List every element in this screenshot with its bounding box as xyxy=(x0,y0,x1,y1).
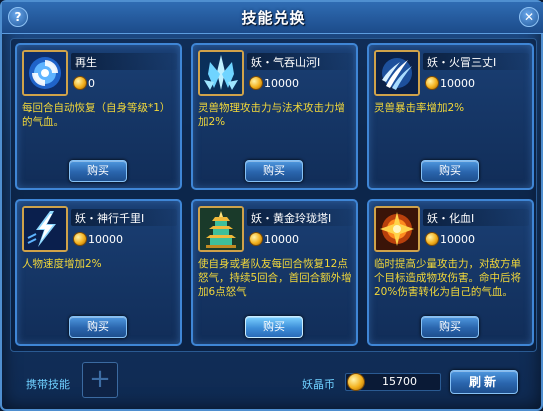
skill-name: 妖・神行千里I xyxy=(75,212,145,225)
coin-icon xyxy=(347,373,365,391)
skill-card-regen: 再生 0 每回合自动恢复（自身等级*1）的气血。 购买 xyxy=(15,43,182,190)
close-button[interactable]: ✕ xyxy=(519,7,539,27)
currency-label: 妖晶币 xyxy=(302,378,335,391)
currency-value: 15700 xyxy=(382,375,417,388)
skill-description: 使自身或者队友每回合恢复12点怒气，持续5回合，首回合额外增加6点怒气 xyxy=(198,258,352,298)
skill-price: 10000 xyxy=(264,77,299,90)
coin-icon xyxy=(73,232,87,246)
lightning-boot-icon xyxy=(22,206,68,252)
window-title: 技能兑换 xyxy=(241,9,306,27)
buy-button[interactable]: 购买 xyxy=(421,316,479,338)
skill-price: 10000 xyxy=(440,233,475,246)
skill-price: 10000 xyxy=(88,233,123,246)
title-bar: 技能兑换 ? ✕ xyxy=(2,2,543,34)
skill-name: 妖・火冒三丈I xyxy=(427,56,497,69)
regen-swirl-icon xyxy=(22,50,68,96)
skill-description: 灵兽物理攻击力与法术攻击力增加2% xyxy=(198,102,345,128)
skill-grid: 再生 0 每回合自动恢复（自身等级*1）的气血。 购买 妖・气吞山河I 1000… xyxy=(10,38,537,352)
skill-exchange-window: 技能兑换 ? ✕ 再生 0 每回合自动恢复（自身等级*1）的气血。 购买 妖・气… xyxy=(0,0,543,411)
claw-strike-icon xyxy=(374,50,420,96)
skill-card-huaxue: 妖・化血I 10000 临时提高少量攻击力，对敌方单个目标造成物攻伤害。命中后将… xyxy=(367,199,534,346)
skill-name: 再生 xyxy=(75,56,97,69)
coin-icon xyxy=(249,232,263,246)
buy-button[interactable]: 购买 xyxy=(69,316,127,338)
skill-card-shenxingqianli: 妖・神行千里I 10000 人物速度增加2% 购买 xyxy=(15,199,182,346)
help-button[interactable]: ? xyxy=(8,7,28,27)
golden-pagoda-icon xyxy=(198,206,244,252)
blood-burst-icon xyxy=(374,206,420,252)
skill-name: 妖・化血I xyxy=(427,212,475,225)
coin-icon xyxy=(425,76,439,90)
skill-price: 10000 xyxy=(264,233,299,246)
skill-description: 临时提高少量攻击力，对敌方单个目标造成物攻伤害。命中后将20%伤害转化为自己的气… xyxy=(374,258,521,298)
buy-button[interactable]: 购买 xyxy=(245,160,303,182)
carry-skill-label: 携带技能 xyxy=(26,378,70,391)
skill-card-huangjinlinglongta: 妖・黄金玲珑塔I 10000 使自身或者队友每回合恢复12点怒气，持续5回合，首… xyxy=(191,199,358,346)
skill-name: 妖・气吞山河I xyxy=(251,56,321,69)
skill-description: 每回合自动恢复（自身等级*1）的气血。 xyxy=(22,102,171,128)
ice-crystal-icon xyxy=(198,50,244,96)
skill-name: 妖・黄金玲珑塔I xyxy=(251,212,332,225)
skill-price: 10000 xyxy=(440,77,475,90)
skill-description: 灵兽暴击率增加2% xyxy=(374,102,465,114)
coin-icon xyxy=(73,76,87,90)
coin-icon xyxy=(249,76,263,90)
skill-card-huomaosanzhang: 妖・火冒三丈I 10000 灵兽暴击率增加2% 购买 xyxy=(367,43,534,190)
buy-button[interactable]: 购买 xyxy=(245,316,303,338)
refresh-button[interactable]: 刷新 xyxy=(450,370,518,394)
skill-description: 人物速度增加2% xyxy=(22,258,102,270)
add-skill-slot[interactable]: + xyxy=(82,362,118,398)
skill-price: 0 xyxy=(88,77,95,90)
buy-button[interactable]: 购买 xyxy=(69,160,127,182)
skill-card-qitunshanhe: 妖・气吞山河I 10000 灵兽物理攻击力与法术攻击力增加2% 购买 xyxy=(191,43,358,190)
coin-icon xyxy=(425,232,439,246)
buy-button[interactable]: 购买 xyxy=(421,160,479,182)
